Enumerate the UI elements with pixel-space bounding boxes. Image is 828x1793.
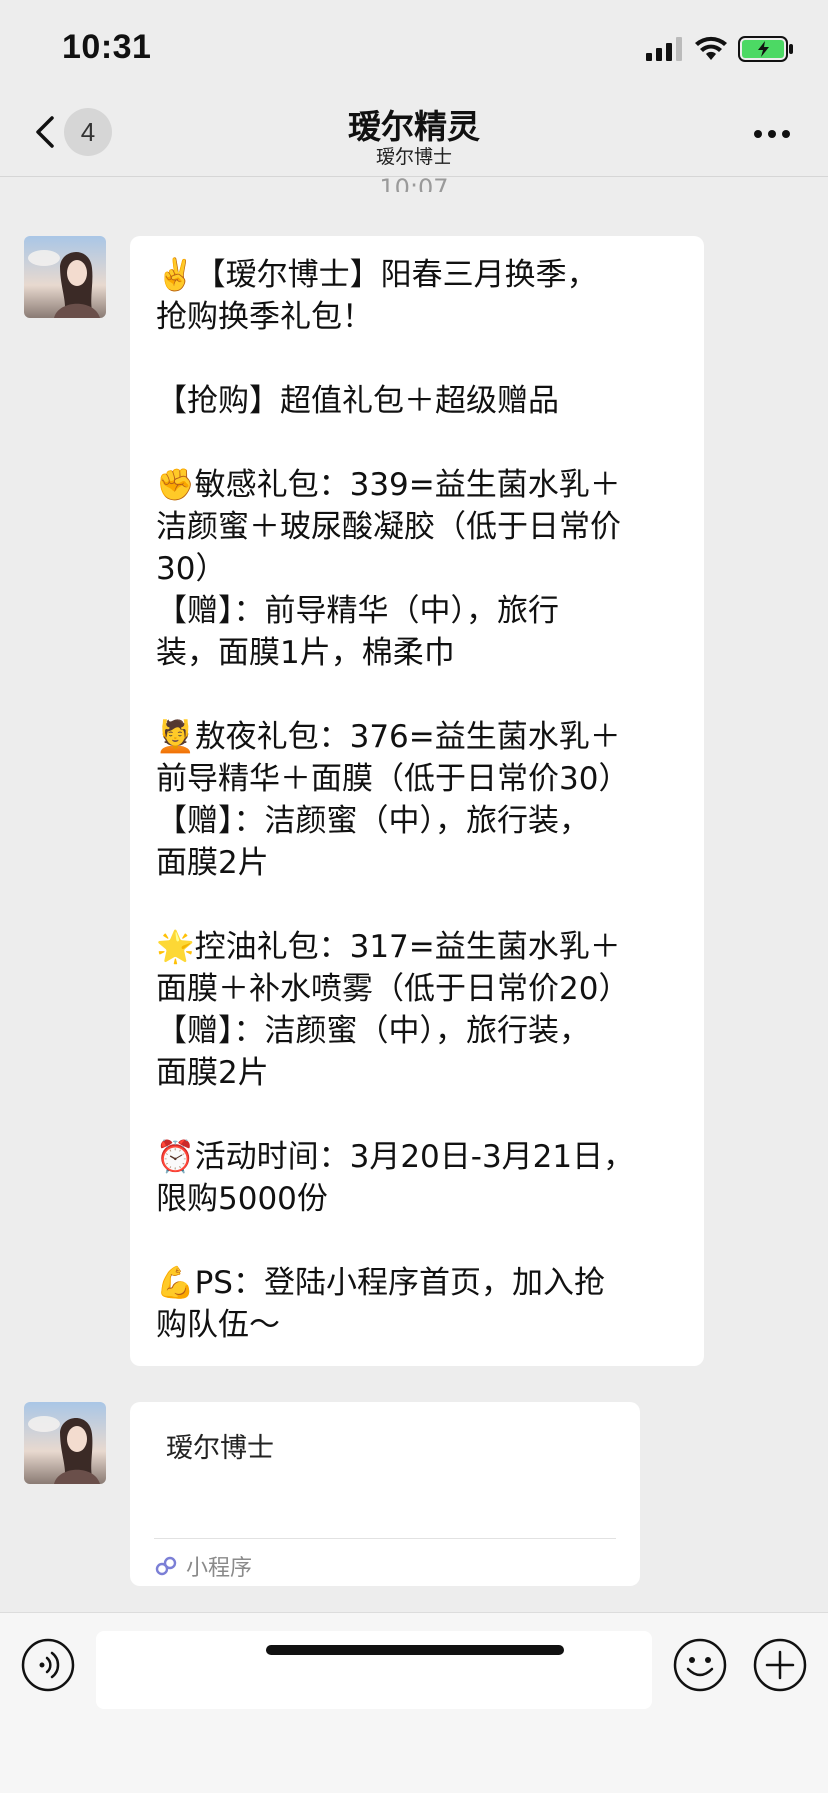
chat-title: 瑷尔精灵 <box>348 107 480 146</box>
plus-icon[interactable] <box>752 1637 808 1693</box>
divider <box>154 1538 616 1539</box>
message-text-line: 面膜2片 <box>156 845 269 881</box>
message-text-line: ✊敏感礼包：339=益生菌水乳＋ <box>156 467 621 503</box>
message-input[interactable] <box>96 1631 652 1709</box>
chat-subtitle: 瑷尔博士 <box>375 146 452 168</box>
avatar-image <box>24 1402 106 1484</box>
home-indicator <box>266 1645 564 1655</box>
input-bar <box>0 1612 828 1793</box>
wifi-icon <box>695 36 727 60</box>
battery-icon <box>738 36 793 62</box>
avatar-image <box>24 236 106 318</box>
signal-icon <box>646 37 682 61</box>
nav-bar: 4 瑷尔精灵 瑷尔博士 <box>0 100 828 177</box>
voice-icon[interactable] <box>20 1637 76 1693</box>
message-text-line: 洁颜蜜＋玻尿酸凝胶（低于日常价 <box>156 509 621 545</box>
emoji-icon[interactable] <box>672 1637 728 1693</box>
message-text-line: 面膜2片 <box>156 1055 269 1091</box>
message-text-line: ✌️【瑷尔博士】阳春三月换季， <box>156 257 598 293</box>
message-text-line: 💪PS：登陆小程序首页，加入抢 <box>156 1265 605 1301</box>
message-text-line: 前导精华＋面膜（低于日常价30） <box>156 761 630 797</box>
message-text-line: 装，面膜1片，棉柔巾 <box>156 635 455 671</box>
mini-program-label: 小程序 <box>186 1556 253 1581</box>
status-time: 10:31 <box>62 28 152 66</box>
message-text-line: 购队伍～ <box>156 1307 280 1343</box>
message-text-line: ⏰活动时间：3月20日-3月21日， <box>156 1139 635 1175</box>
message-text-line: 面膜＋补水喷雾（低于日常价20） <box>156 971 630 1007</box>
more-icon[interactable] <box>752 128 792 140</box>
message-text-line: 【抢购】超值礼包＋超级赠品 <box>156 383 559 419</box>
mini-program-footer: 小程序 <box>154 1550 252 1582</box>
avatar[interactable] <box>24 1402 106 1484</box>
mini-program-icon <box>155 1556 177 1576</box>
message-timestamp: 10:07 <box>379 174 449 192</box>
mini-program-title: 瑷尔博士 <box>166 1433 274 1464</box>
avatar[interactable] <box>24 236 106 318</box>
message-text-line: 【赠】：洁颜蜜（中），旅行装， <box>156 1013 590 1049</box>
message-text-line: 【赠】：洁颜蜜（中），旅行装， <box>156 803 590 839</box>
message-text-line: 限购5000份 <box>156 1181 328 1217</box>
message-bubble[interactable]: ✌️【瑷尔博士】阳春三月换季， 抢购换季礼包！ 【抢购】超值礼包＋超级赠品 ✊敏感礼包… <box>130 236 704 1366</box>
message-text-line: 🌟控油礼包：317=益生菌水乳＋ <box>156 929 621 965</box>
message-text-line: 30） <box>156 551 227 587</box>
message-text-line: 【赠】：前导精华（中），旅行 <box>156 593 559 629</box>
message-text-line: 抢购换季礼包！ <box>156 299 373 335</box>
status-bar: 10:31 <box>0 0 828 100</box>
message-text-line: 💆敖夜礼包：376=益生菌水乳＋ <box>156 719 621 755</box>
mini-program-card[interactable]: 瑷尔博士 小程序 <box>130 1402 640 1586</box>
status-icons <box>646 36 794 62</box>
